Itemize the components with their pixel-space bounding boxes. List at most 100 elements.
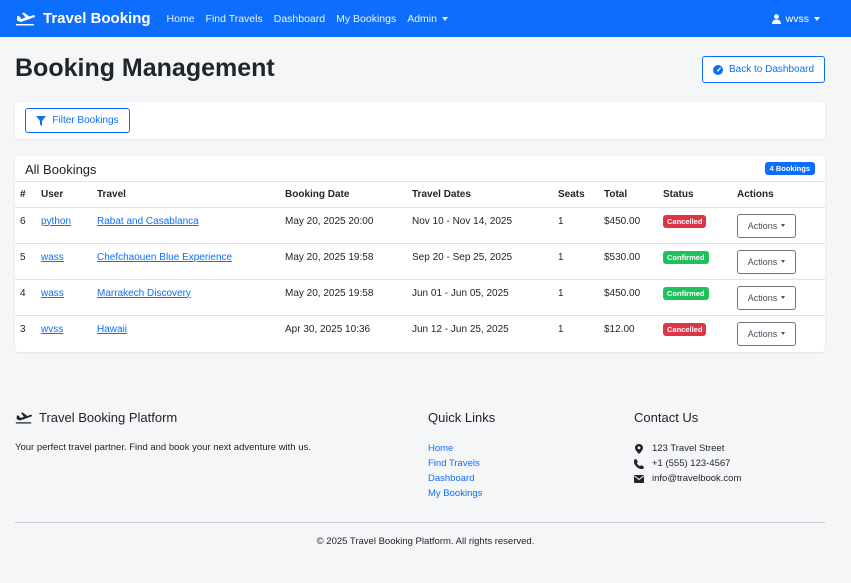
table-row: 4 wass Marrakech Discovery May 20, 2025 … (15, 279, 825, 316)
col-travel: Travel (92, 182, 280, 208)
chevron-down-icon (814, 16, 820, 21)
chevron-down-icon (781, 332, 786, 335)
cell-id: 4 (15, 279, 36, 316)
table-row: 5 wass Chefchaouen Blue Experience May 2… (15, 243, 825, 280)
actions-label: Actions (747, 256, 778, 267)
back-button-label: Back to Dashboard (728, 64, 815, 75)
quick-links-title: Quick Links (428, 410, 496, 425)
cell-booking-date: May 20, 2025 20:00 (280, 207, 407, 244)
user-link[interactable]: wass (41, 252, 64, 263)
page-header: Booking Management Back to Dashboard (0, 37, 851, 101)
cell-id: 6 (15, 207, 36, 244)
travel-link[interactable]: Hawaii (97, 324, 127, 335)
user-link[interactable]: wass (41, 288, 64, 299)
actions-dropdown-button[interactable]: Actions (737, 249, 796, 274)
nav-home[interactable]: Home (167, 13, 195, 25)
cell-total: $530.00 (599, 243, 658, 280)
cell-booking-date: Apr 30, 2025 10:36 (285, 323, 371, 335)
plane-icon (16, 12, 35, 25)
status-badge: Confirmed (663, 286, 709, 300)
cell-travel-dates: Jun 01 - Jun 05, 2025 (407, 279, 553, 316)
cell-id: 3 (20, 323, 26, 335)
cell-booking-date: May 20, 2025 19:58 (280, 279, 407, 316)
plane-icon (15, 412, 32, 424)
cell-seats: 1 (553, 279, 599, 316)
footer-about: Travel Booking Platform Your perfect tra… (15, 410, 311, 453)
footer-link-home[interactable]: Home (428, 441, 495, 456)
footer-quick-links: Quick Links Home Find Travels Dashboard … (428, 410, 495, 501)
brand[interactable]: Travel Booking (15, 10, 151, 27)
cell-travel-dates: Jun 12 - Jun 25, 2025 (412, 323, 509, 335)
phone-icon (634, 458, 644, 469)
contact-title: Contact Us (634, 410, 699, 425)
filter-card: Filter Bookings (15, 102, 825, 139)
contact-email: info@travelbook.com (634, 471, 741, 486)
chevron-down-icon (441, 16, 448, 21)
back-to-dashboard-button[interactable]: Back to Dashboard (702, 56, 825, 83)
page-title: Booking Management (15, 54, 275, 82)
travel-link[interactable]: Chefchaouen Blue Experience (97, 252, 232, 263)
footer-link-find-travels[interactable]: Find Travels (428, 456, 495, 471)
user-label: wvss (785, 12, 809, 25)
status-badge: Confirmed (663, 250, 709, 264)
status-badge: Cancelled (663, 214, 707, 228)
table-header-row: # User Travel Booking Date Travel Dates … (15, 182, 825, 208)
actions-label: Actions (747, 220, 778, 231)
contact-address: 123 Travel Street (634, 441, 741, 456)
col-status: Status (658, 182, 732, 208)
dashboard-icon (712, 64, 723, 75)
table-row: 3 wvss Hawaii Apr 30, 2025 10:36 Jun 12 … (15, 315, 825, 351)
user-menu[interactable]: wvss (771, 12, 820, 25)
cell-seats: 1 (558, 323, 564, 335)
nav-my-bookings[interactable]: My Bookings (336, 13, 396, 25)
status-badge: Cancelled (663, 322, 707, 336)
nav-admin-dropdown[interactable]: Admin (407, 13, 448, 25)
cell-id: 5 (15, 243, 36, 280)
travel-link[interactable]: Marrakech Discovery (97, 288, 191, 299)
top-navbar: Travel Booking Home Find Travels Dashboa… (0, 0, 851, 37)
footer-link-my-bookings[interactable]: My Bookings (428, 486, 495, 501)
col-total: Total (599, 182, 658, 208)
filter-icon (36, 115, 47, 126)
nav-find-travels[interactable]: Find Travels (206, 13, 263, 25)
actions-dropdown-button[interactable]: Actions (737, 321, 796, 346)
bookings-card-header: All Bookings 4 Bookings (15, 156, 825, 182)
col-seats: Seats (553, 182, 599, 208)
envelope-icon (634, 474, 644, 483)
col-travel-dates: Travel Dates (407, 182, 553, 208)
travel-link[interactable]: Rabat and Casablanca (97, 216, 199, 227)
user-icon (771, 13, 781, 24)
cell-total: $450.00 (599, 207, 658, 244)
cell-seats: 1 (553, 243, 599, 280)
cell-travel-dates: Nov 10 - Nov 14, 2025 (407, 207, 553, 244)
footer-brand-title: Travel Booking Platform (39, 410, 178, 425)
user-link[interactable]: python (41, 216, 71, 227)
cell-booking-date: May 20, 2025 19:58 (280, 243, 407, 280)
chevron-down-icon (781, 296, 786, 299)
footer-link-dashboard[interactable]: Dashboard (428, 471, 495, 486)
actions-dropdown-button[interactable]: Actions (737, 213, 796, 238)
bookings-title: All Bookings (25, 162, 97, 177)
footer: Travel Booking Platform Your perfect tra… (0, 352, 851, 574)
col-actions: Actions (732, 182, 825, 208)
nav-dashboard[interactable]: Dashboard (274, 13, 325, 25)
chevron-down-icon (781, 224, 786, 227)
actions-dropdown-button[interactable]: Actions (737, 285, 796, 310)
chevron-down-icon (781, 260, 786, 263)
cell-total: $12.00 (604, 323, 635, 335)
admin-label: Admin (407, 12, 437, 25)
filter-button-label: Filter Bookings (52, 115, 119, 126)
user-link[interactable]: wvss (41, 324, 63, 335)
bookings-count-badge: 4 Bookings (764, 162, 815, 175)
bookings-table: # User Travel Booking Date Travel Dates … (15, 182, 825, 351)
footer-contact: Contact Us 123 Travel Street +1 (555) 12… (634, 410, 741, 486)
cell-seats: 1 (553, 207, 599, 244)
col-id: # (15, 182, 36, 208)
footer-description: Your perfect travel partner. Find and bo… (15, 442, 311, 453)
filter-bookings-button[interactable]: Filter Bookings (25, 108, 130, 133)
table-row: 6 python Rabat and Casablanca May 20, 20… (15, 207, 825, 244)
cell-travel-dates: Sep 20 - Sep 25, 2025 (407, 243, 553, 280)
bookings-card: All Bookings 4 Bookings # User Travel Bo… (15, 156, 825, 352)
col-booking-date: Booking Date (280, 182, 407, 208)
contact-phone: +1 (555) 123-4567 (634, 456, 741, 471)
